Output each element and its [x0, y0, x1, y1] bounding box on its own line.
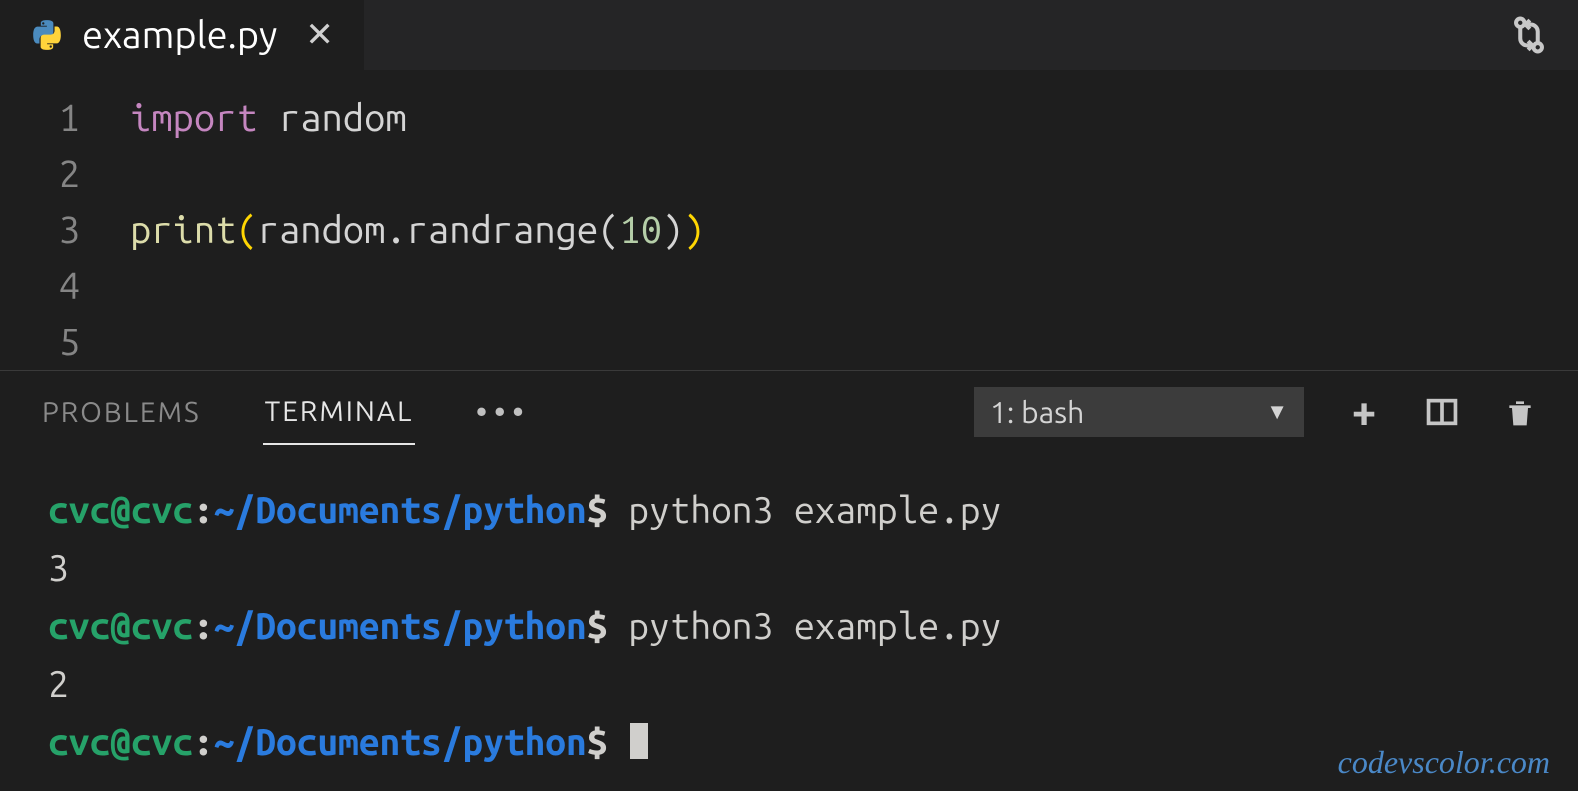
- tab-filename: example.py: [82, 14, 277, 56]
- code-line: 5: [0, 314, 1578, 370]
- line-number: 1: [0, 90, 130, 146]
- code-content: import random: [130, 90, 407, 146]
- tab-bar: example.py ✕: [0, 0, 1578, 70]
- chevron-down-icon: ▼: [1266, 399, 1288, 425]
- code-line: 2: [0, 146, 1578, 202]
- split-terminal-icon[interactable]: [1424, 394, 1460, 430]
- toolbar-right: [1508, 0, 1550, 70]
- panel-actions: +: [1346, 394, 1538, 430]
- terminal-line: cvc@cvc:~/Documents/python$ python3 exam…: [48, 597, 1530, 655]
- close-icon[interactable]: ✕: [305, 15, 334, 55]
- editor-tab[interactable]: example.py ✕: [0, 0, 364, 70]
- line-number: 3: [0, 202, 130, 258]
- compare-changes-icon[interactable]: [1508, 14, 1550, 56]
- more-panels-icon[interactable]: •••: [475, 393, 530, 431]
- terminal-output[interactable]: cvc@cvc:~/Documents/python$ python3 exam…: [0, 453, 1578, 771]
- code-line: 4: [0, 258, 1578, 314]
- line-number: 5: [0, 314, 130, 370]
- code-line: 1import random: [0, 90, 1578, 146]
- watermark: codevscolor.com: [1338, 744, 1550, 781]
- terminal-shell-select[interactable]: 1: bash ▼: [974, 387, 1304, 437]
- line-number: 4: [0, 258, 130, 314]
- terminal-line: cvc@cvc:~/Documents/python$: [48, 713, 1530, 771]
- code-content: print(random.randrange(10)): [130, 202, 705, 258]
- terminal-line: cvc@cvc:~/Documents/python$ python3 exam…: [48, 481, 1530, 539]
- new-terminal-icon[interactable]: +: [1346, 394, 1382, 430]
- terminal-output-line: 3: [48, 539, 1530, 597]
- trash-icon[interactable]: [1502, 394, 1538, 430]
- panel-tab-problems[interactable]: PROBLEMS: [40, 381, 203, 444]
- line-number: 2: [0, 146, 130, 202]
- shell-selected-label: 1: bash: [990, 395, 1084, 429]
- code-line: 3print(random.randrange(10)): [0, 202, 1578, 258]
- python-icon: [30, 18, 64, 52]
- panel-tab-terminal[interactable]: TERMINAL: [263, 380, 416, 445]
- terminal-cursor: [630, 723, 648, 759]
- code-editor[interactable]: 1import random23print(random.randrange(1…: [0, 70, 1578, 370]
- terminal-output-line: 2: [48, 655, 1530, 713]
- panel-header: PROBLEMS TERMINAL ••• 1: bash ▼ +: [0, 371, 1578, 453]
